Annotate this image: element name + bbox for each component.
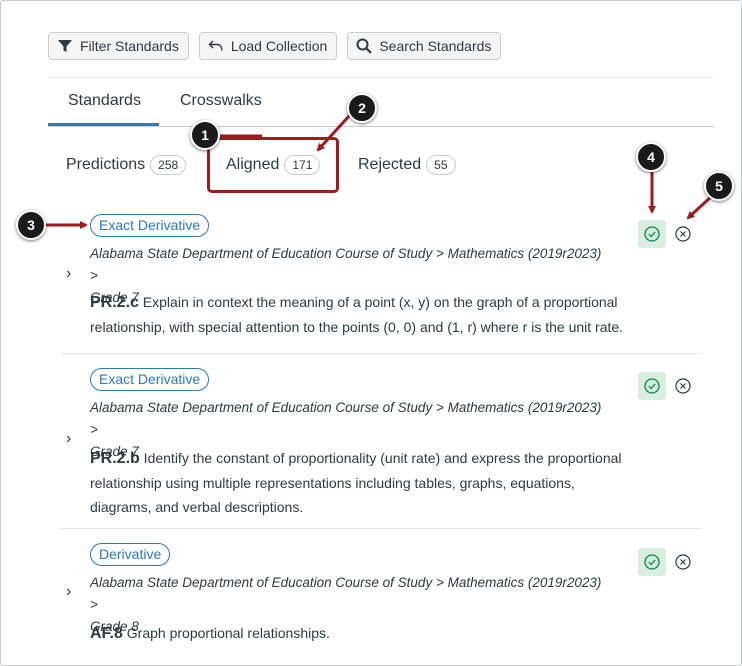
callout-badge-2: 2	[347, 93, 377, 123]
arrow-5	[686, 194, 714, 220]
arrow-2	[316, 113, 352, 152]
callout-badge-5: 5	[704, 171, 734, 201]
callout-badge-1: 1	[190, 120, 220, 150]
callout-badge-3: 3	[16, 210, 46, 240]
callout-badge-4: 4	[636, 142, 666, 172]
